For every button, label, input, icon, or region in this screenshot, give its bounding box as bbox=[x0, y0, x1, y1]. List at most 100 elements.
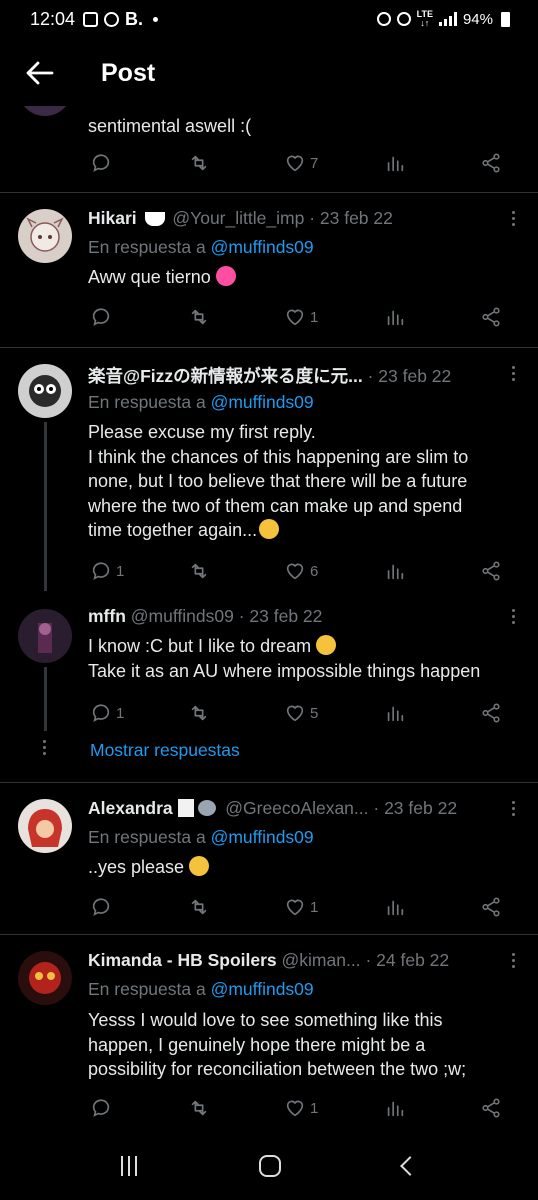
like-button[interactable]: 1 bbox=[284, 894, 318, 920]
avatar[interactable] bbox=[18, 799, 72, 853]
tweet-mffn[interactable]: mffn @muffinds09 · 23 feb 22 I know :C b… bbox=[0, 591, 538, 731]
username[interactable]: @muffinds09 bbox=[131, 606, 234, 626]
more-options-icon[interactable] bbox=[508, 953, 518, 968]
tweet-actions: 1 6 bbox=[88, 558, 508, 584]
tweet-meta: Kimanda - HB Spoilers @kiman... · 24 feb… bbox=[88, 950, 498, 971]
views-button[interactable] bbox=[384, 1095, 406, 1121]
tweet-kimanda[interactable]: Kimanda - HB Spoilers @kiman... · 24 feb… bbox=[0, 935, 538, 1132]
avatar[interactable] bbox=[18, 951, 72, 1005]
tweet-meta: 楽音@Fizzの新情報が来る度に元... · 23 feb 22 bbox=[88, 363, 498, 388]
heart-icon bbox=[286, 155, 304, 172]
reply-icon bbox=[92, 562, 110, 580]
repost-button[interactable] bbox=[188, 304, 210, 330]
more-options-icon[interactable] bbox=[508, 366, 518, 381]
recent-apps-icon[interactable] bbox=[121, 1156, 137, 1176]
views-button[interactable] bbox=[384, 150, 406, 176]
views-button[interactable] bbox=[384, 304, 406, 330]
reply-button[interactable]: 1 bbox=[90, 700, 124, 726]
timestamp[interactable]: · 23 feb 22 bbox=[239, 606, 323, 626]
reply-mention-link[interactable]: @muffinds09 bbox=[211, 979, 314, 999]
display-name[interactable]: Alexandra bbox=[88, 798, 173, 818]
share-icon bbox=[482, 1098, 500, 1118]
tired-face-emoji-icon bbox=[316, 635, 337, 655]
share-button[interactable] bbox=[480, 558, 502, 584]
back-arrow-icon[interactable] bbox=[0, 40, 80, 106]
reply-count: 1 bbox=[116, 562, 125, 580]
display-name[interactable]: mffn bbox=[88, 606, 126, 626]
views-button[interactable] bbox=[384, 894, 406, 920]
username[interactable]: @Your_little_imp bbox=[172, 208, 304, 228]
tweet-hikari[interactable]: Hikari @Your_little_imp · 23 feb 22 En r… bbox=[0, 193, 538, 347]
repost-button[interactable] bbox=[188, 150, 210, 176]
tweet-actions: 1 bbox=[88, 894, 508, 920]
reply-context: En respuesta a @muffinds09 bbox=[88, 237, 314, 257]
share-button[interactable] bbox=[480, 1095, 502, 1121]
like-button[interactable]: 1 bbox=[284, 1095, 318, 1121]
tweet-meta: Alexandra @GreecoAlexan... · 23 feb 22 bbox=[88, 798, 498, 819]
more-options-icon[interactable] bbox=[508, 801, 518, 816]
like-count: 5 bbox=[310, 704, 319, 722]
like-count: 7 bbox=[310, 154, 319, 172]
repost-button[interactable] bbox=[188, 1095, 210, 1121]
signal-icon bbox=[438, 12, 457, 26]
system-back-icon[interactable] bbox=[400, 1156, 420, 1176]
tweet-alexandra[interactable]: Alexandra @GreecoAlexan... · 23 feb 22 E… bbox=[0, 783, 538, 934]
avatar[interactable] bbox=[18, 106, 72, 116]
repost-button[interactable] bbox=[188, 700, 210, 726]
timestamp[interactable]: · 23 feb 22 bbox=[368, 366, 452, 386]
timestamp[interactable]: · 23 feb 22 bbox=[373, 798, 457, 818]
like-button[interactable]: 1 bbox=[284, 304, 318, 330]
reply-mention-link[interactable]: @muffinds09 bbox=[211, 827, 314, 847]
views-icon bbox=[387, 1101, 404, 1117]
views-button[interactable] bbox=[384, 558, 406, 584]
like-button[interactable]: 7 bbox=[284, 150, 318, 176]
share-button[interactable] bbox=[480, 700, 502, 726]
reply-button[interactable] bbox=[90, 1095, 112, 1121]
avatar[interactable] bbox=[18, 364, 72, 418]
username[interactable]: @kiman... bbox=[282, 950, 361, 970]
heart-icon bbox=[286, 309, 304, 326]
tweet-actions: 1 bbox=[88, 1095, 508, 1121]
display-name[interactable]: Hikari bbox=[88, 208, 137, 228]
share-button[interactable] bbox=[480, 894, 502, 920]
avatar[interactable] bbox=[18, 609, 72, 663]
reply-button[interactable] bbox=[90, 894, 112, 920]
partial-tweet[interactable]: sentimental aswell :( 7 bbox=[0, 106, 538, 192]
reply-button[interactable]: 1 bbox=[90, 558, 124, 584]
username[interactable]: @GreecoAlexan... bbox=[225, 798, 368, 818]
heart-icon bbox=[286, 899, 304, 916]
reply-mention-link[interactable]: @muffinds09 bbox=[211, 392, 314, 412]
repost-button[interactable] bbox=[188, 894, 210, 920]
repost-icon bbox=[191, 705, 207, 721]
like-button[interactable]: 6 bbox=[284, 558, 318, 584]
display-name[interactable]: Kimanda - HB Spoilers bbox=[88, 950, 277, 970]
views-button[interactable] bbox=[384, 700, 406, 726]
reply-count: 1 bbox=[116, 704, 125, 722]
reply-context: En respuesta a @muffinds09 bbox=[88, 979, 314, 999]
share-button[interactable] bbox=[480, 150, 502, 176]
more-options-icon[interactable] bbox=[508, 609, 518, 624]
avatar[interactable] bbox=[18, 209, 72, 263]
tweet-rakuon[interactable]: 楽音@Fizzの新情報が来る度に元... · 23 feb 22 En resp… bbox=[0, 348, 538, 591]
more-options-icon[interactable] bbox=[508, 211, 518, 226]
views-icon bbox=[387, 156, 404, 172]
repost-button[interactable] bbox=[188, 558, 210, 584]
battery-icon bbox=[501, 11, 510, 27]
reply-icon bbox=[92, 154, 110, 172]
like-button[interactable]: 5 bbox=[284, 700, 318, 726]
thread-connector bbox=[44, 422, 47, 591]
timestamp[interactable]: · 23 feb 22 bbox=[309, 208, 393, 228]
views-icon bbox=[387, 310, 404, 326]
timestamp[interactable]: · 24 feb 22 bbox=[365, 950, 449, 970]
reply-button[interactable] bbox=[90, 150, 112, 176]
reply-mention-link[interactable]: @muffinds09 bbox=[211, 237, 314, 257]
share-icon bbox=[482, 561, 500, 581]
home-icon[interactable] bbox=[259, 1155, 281, 1177]
display-name[interactable]: 楽音@Fizzの新情報が来る度に元... bbox=[88, 366, 363, 386]
data-saver-icon bbox=[376, 12, 391, 26]
reply-button[interactable] bbox=[90, 304, 112, 330]
show-replies-link[interactable]: Mostrar respuestas bbox=[90, 740, 240, 761]
reply-feed[interactable]: sentimental aswell :( 7 Hikari @Your_lit… bbox=[0, 106, 538, 1132]
share-button[interactable] bbox=[480, 304, 502, 330]
tweet-actions: 1 5 bbox=[88, 700, 508, 726]
